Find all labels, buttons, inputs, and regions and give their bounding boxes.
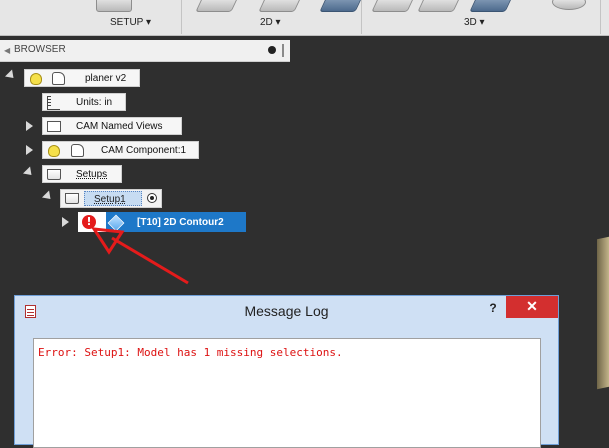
tree-item-label: Units: in [76, 97, 113, 108]
expand-arrow-icon[interactable] [22, 166, 36, 179]
close-button[interactable]: ✕ [506, 296, 558, 318]
message-log-titlebar[interactable]: Message Log ? ✕ [15, 296, 558, 326]
tree-item-document[interactable]: planer v2 [24, 69, 140, 87]
2d-tool-icon-2[interactable] [258, 0, 304, 12]
browser-resize-handle[interactable] [282, 44, 284, 57]
folder-icon [47, 121, 61, 132]
tree-item-named-views[interactable]: CAM Named Views [42, 117, 182, 135]
document-icon [52, 72, 65, 85]
setup-folder-icon [65, 193, 79, 204]
3d-tool-icon-4[interactable] [552, 0, 586, 10]
setup-tool-icon[interactable] [96, 0, 132, 12]
browser-header: ◀ BROWSER [0, 40, 290, 62]
tree-item-label: CAM Component:1 [101, 145, 187, 156]
tree-item-label: [T10] 2D Contour2 [137, 217, 224, 228]
visibility-bulb-icon[interactable] [30, 73, 42, 85]
expand-arrow-icon[interactable] [4, 69, 18, 82]
annotation-arrow-head [91, 227, 125, 255]
tree-item-label: Setup1 [94, 194, 126, 205]
toolbar-separator [181, 0, 182, 34]
activate-target-icon[interactable] [147, 193, 157, 203]
message-log-body[interactable]: Error: Setup1: Model has 1 missing selec… [33, 338, 541, 448]
setups-folder-icon [47, 169, 61, 180]
browser-title: BROWSER [14, 44, 66, 55]
units-ruler-icon [47, 96, 60, 110]
visibility-bulb-icon[interactable] [48, 145, 60, 157]
message-log-title: Message Log [244, 303, 329, 319]
collapse-grip-icon[interactable]: ◀ [4, 46, 10, 55]
tree-item-setup1[interactable]: Setup1 [60, 189, 162, 208]
toolbar: SETUP ▾ 2D ▾ 3D ▾ [0, 0, 609, 36]
component-icon [71, 144, 84, 157]
error-message: Error: Setup1: Model has 1 missing selec… [38, 346, 343, 359]
error-icon[interactable]: ! [82, 215, 96, 229]
tree-item-label: Setups [76, 169, 108, 180]
annotation-arrow-shaft [111, 236, 189, 285]
tree-item-label: planer v2 [85, 73, 127, 84]
expand-arrow-icon[interactable] [26, 145, 33, 155]
toolbar-separator [600, 0, 601, 34]
expand-arrow-icon[interactable] [41, 190, 55, 203]
toolbar-separator [361, 0, 362, 34]
toolbar-group-setup[interactable]: SETUP ▾ [110, 17, 151, 28]
toolbar-group-3d[interactable]: 3D ▾ [464, 17, 485, 28]
tree-item-setups[interactable]: Setups [42, 165, 122, 183]
tree-item-cam-component[interactable]: CAM Component:1 [42, 141, 199, 159]
tree-item-label: CAM Named Views [76, 121, 163, 132]
2d-tool-icon-1[interactable] [195, 0, 241, 12]
3d-tool-icon-3[interactable] [469, 0, 515, 12]
operation-cube-icon [107, 214, 125, 232]
3d-tool-icon-2[interactable] [417, 0, 463, 12]
model-edge [597, 236, 609, 390]
tree-item-2d-contour2[interactable]: ! [T10] 2D Contour2 [78, 212, 246, 232]
toolbar-group-2d[interactable]: 2D ▾ [260, 17, 281, 28]
expand-arrow-icon[interactable] [62, 217, 69, 227]
tree-item-units[interactable]: Units: in [42, 93, 126, 111]
2d-tool-icon-3[interactable] [319, 0, 365, 12]
3d-tool-icon-1[interactable] [371, 0, 417, 12]
close-icon: ✕ [526, 298, 538, 314]
help-button[interactable]: ? [481, 299, 505, 317]
browser-pin-icon[interactable] [268, 46, 276, 54]
expand-arrow-icon[interactable] [26, 121, 33, 131]
message-log-window: Message Log ? ✕ Error: Setup1: Model has… [14, 295, 559, 448]
op-status-area: ! [78, 212, 106, 232]
